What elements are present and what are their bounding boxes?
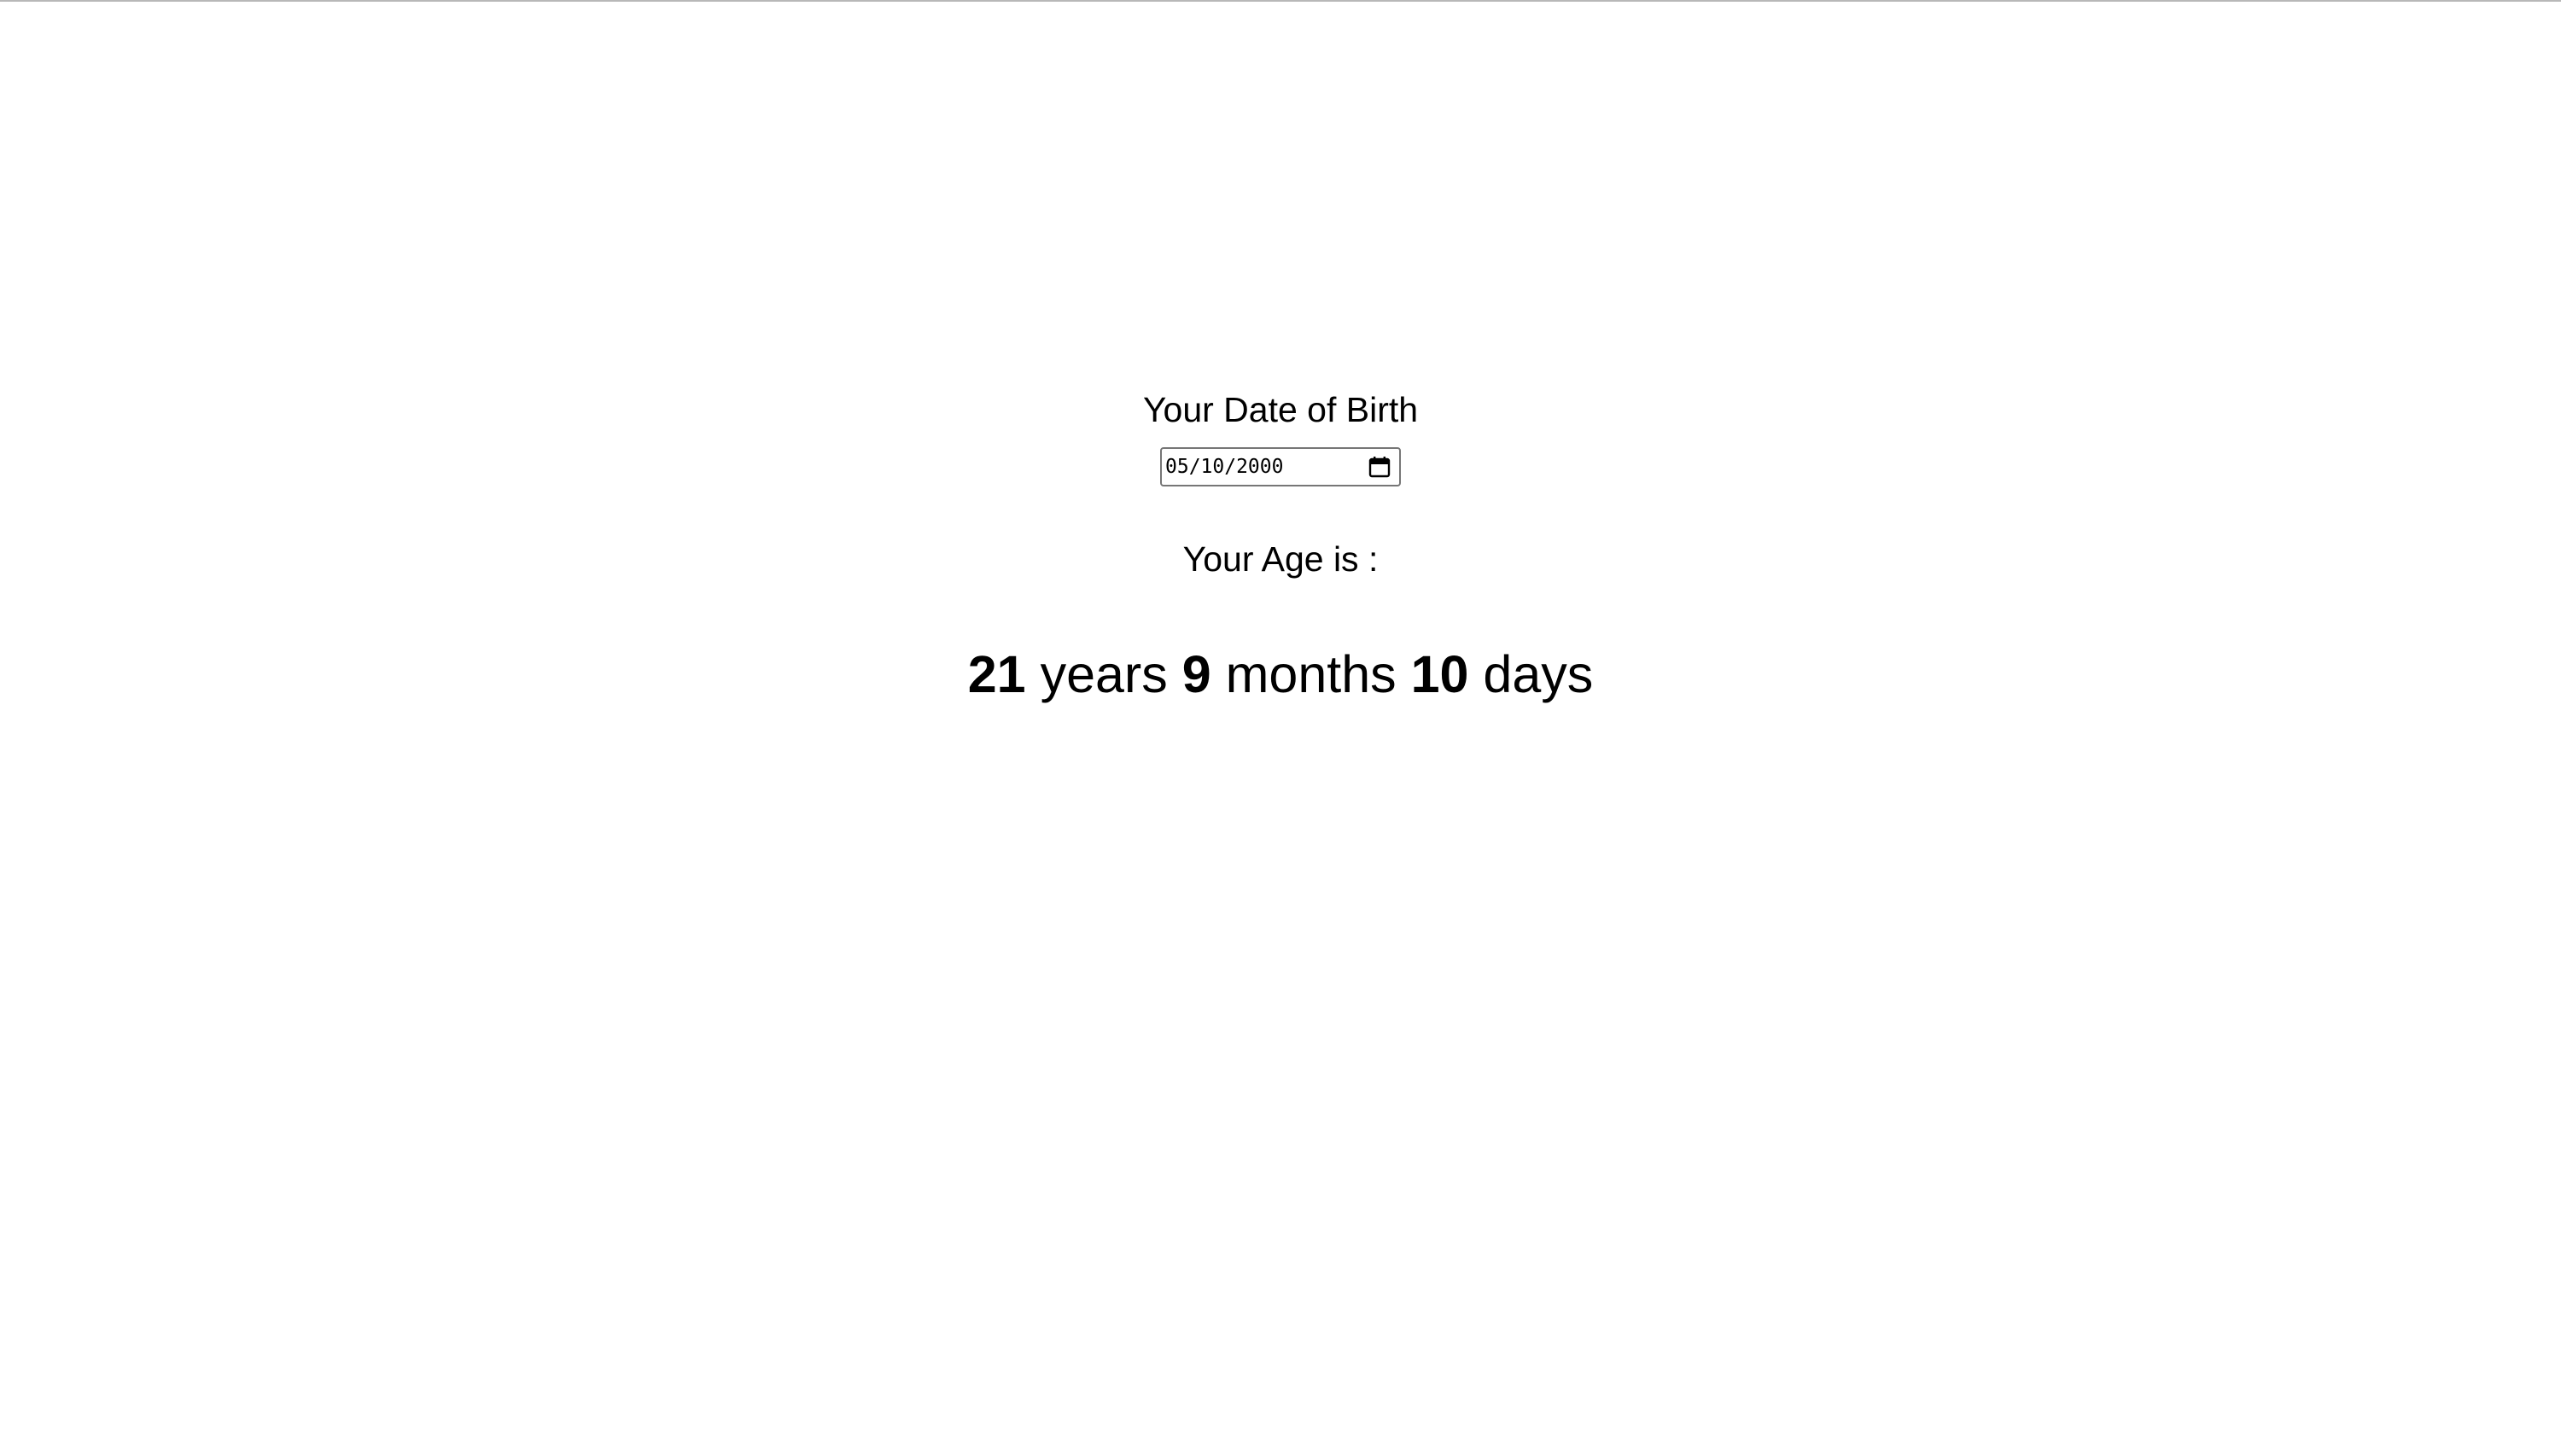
months-value: 9 — [1181, 645, 1211, 703]
days-value: 10 — [1410, 645, 1469, 703]
dob-value[interactable]: 05/10/2000 — [1165, 456, 1367, 478]
calendar-icon[interactable] — [1367, 454, 1392, 480]
years-unit: years — [1040, 645, 1168, 703]
dob-date-input[interactable]: 05/10/2000 — [1160, 447, 1401, 486]
age-label: Your Age is : — [1182, 539, 1379, 579]
age-result: 21 years 9 months 10 days — [0, 640, 2561, 708]
years-value: 21 — [967, 645, 1026, 703]
months-unit: months — [1225, 645, 1397, 703]
top-border — [0, 0, 2561, 2]
dob-label: Your Date of Birth — [1142, 390, 1419, 429]
days-unit: days — [1483, 645, 1594, 703]
